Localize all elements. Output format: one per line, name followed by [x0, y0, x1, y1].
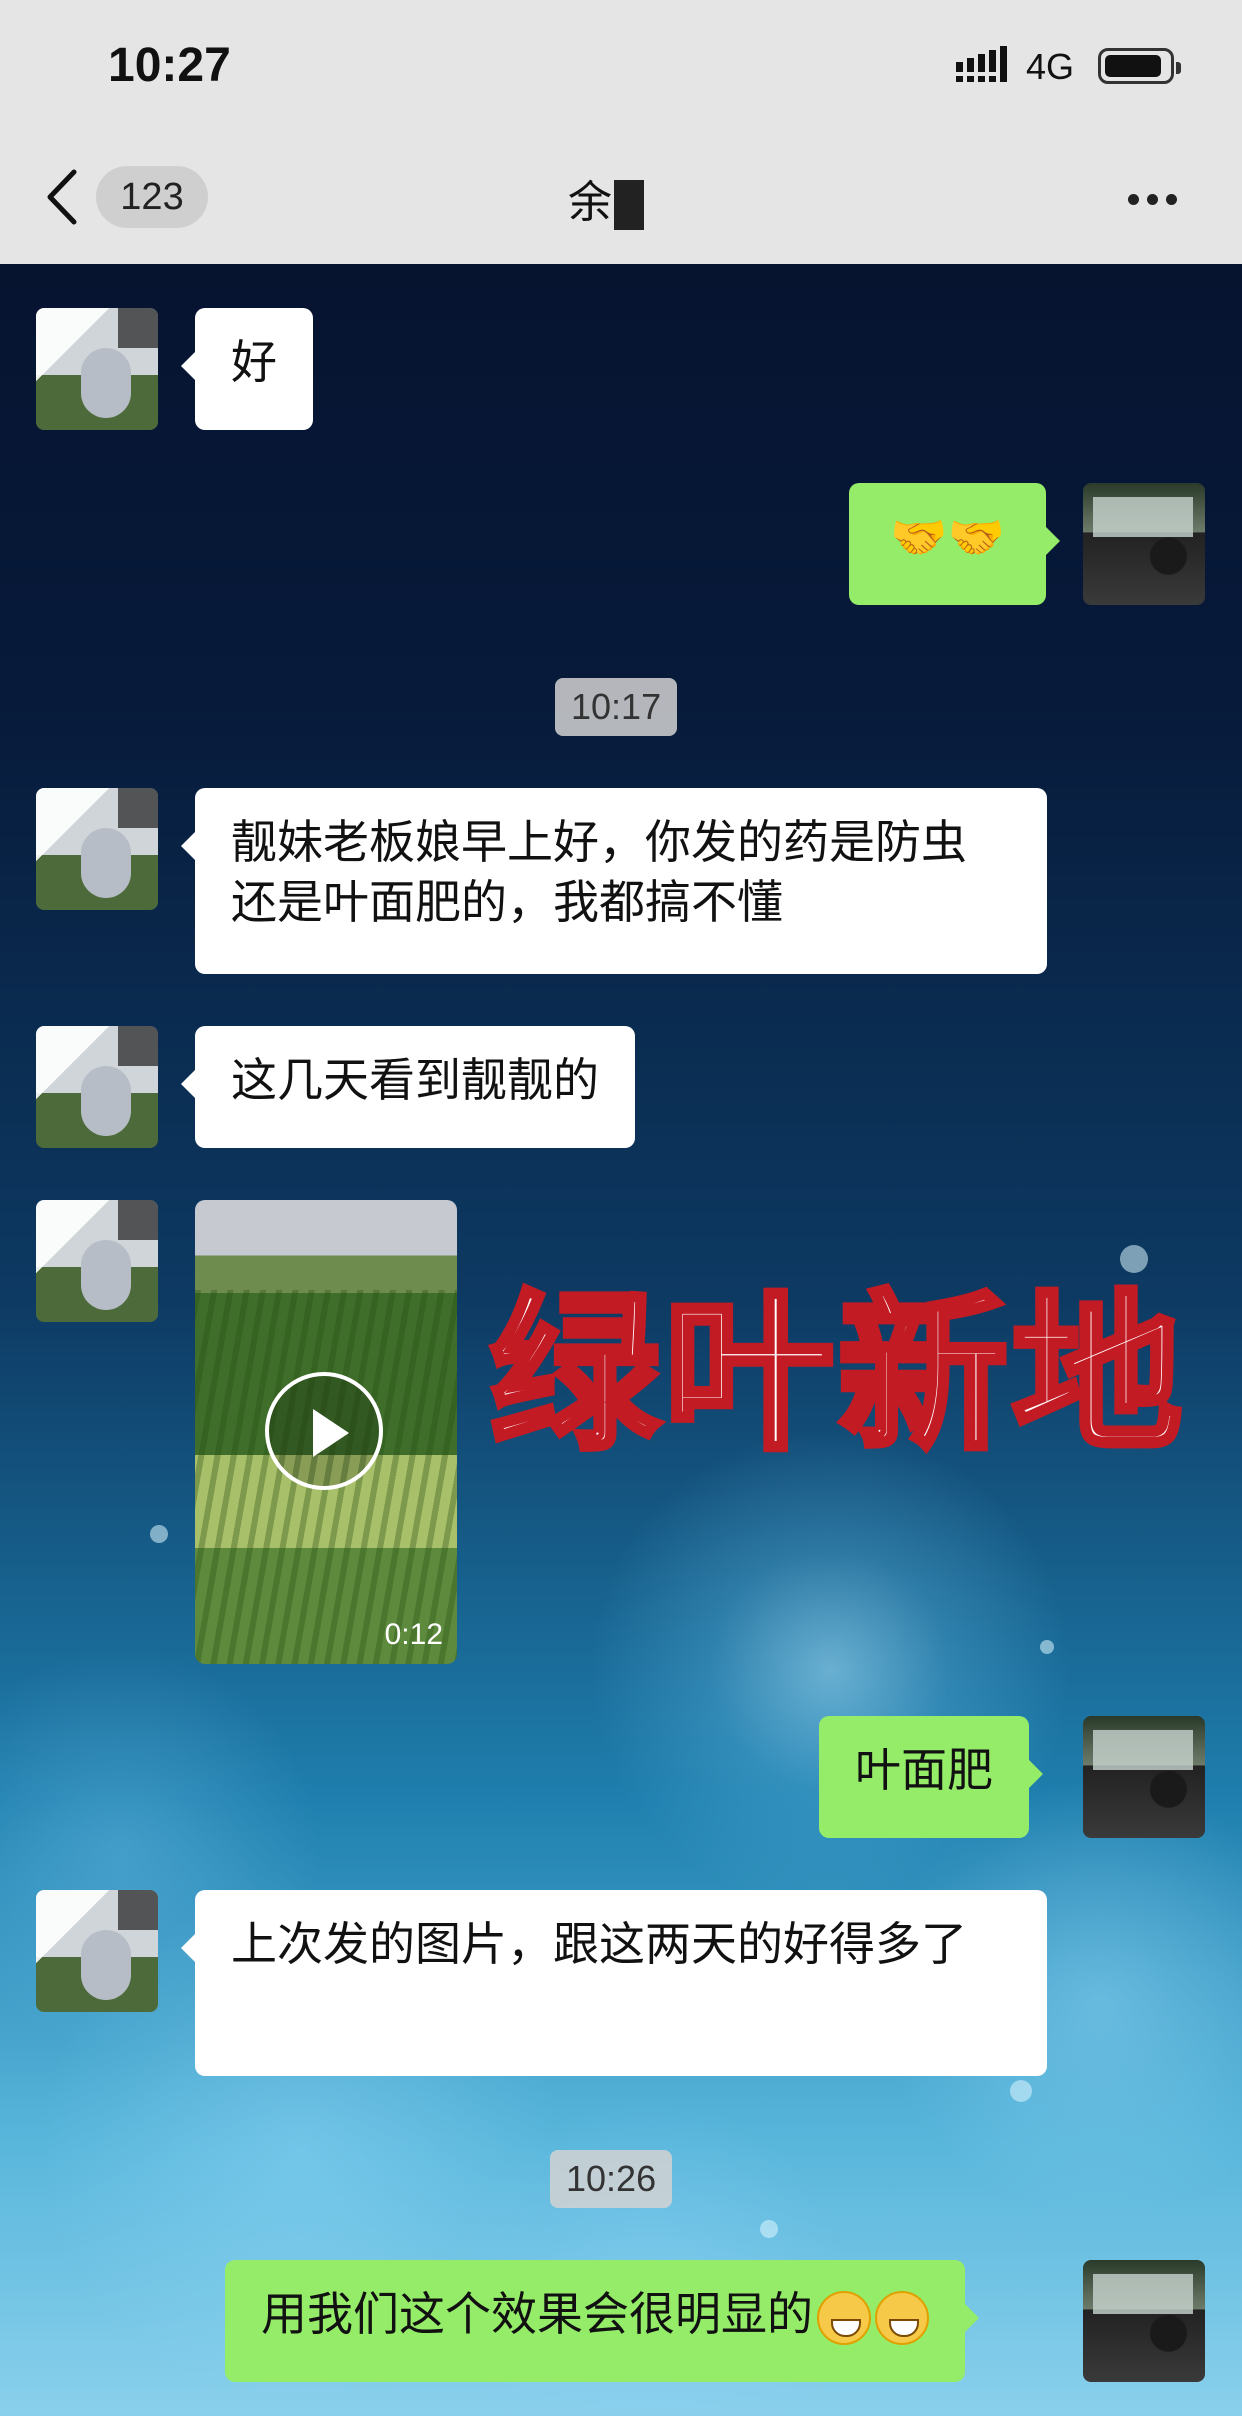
bokeh-dot — [760, 2220, 778, 2238]
bokeh-dot — [1040, 1640, 1054, 1654]
received-message[interactable]: 上次发的图片，跟这两天的好得多了 — [181, 1890, 1047, 2076]
chat-header: 123 余 — [0, 130, 1242, 264]
grin-emoji-icon — [875, 2290, 929, 2345]
contact-avatar[interactable] — [36, 788, 158, 910]
video-message[interactable]: 0:12 — [195, 1200, 457, 1664]
sent-message[interactable]: 🤝🤝 — [849, 483, 1060, 605]
my-avatar[interactable] — [1083, 483, 1205, 605]
unread-count-badge[interactable]: 123 — [96, 166, 208, 228]
bokeh-dot — [1010, 2080, 1032, 2102]
timestamp: 10:17 — [555, 678, 678, 736]
received-message[interactable]: 这几天看到靓靓的 — [181, 1026, 635, 1148]
back-arrow-icon[interactable] — [44, 168, 84, 226]
video-duration: 0:12 — [384, 1618, 443, 1651]
contact-avatar[interactable] — [36, 308, 158, 430]
play-icon[interactable] — [265, 1372, 383, 1490]
watermark-text: 绿叶新地 — [487, 1276, 1187, 1474]
signal-icon — [956, 46, 1007, 82]
contact-avatar[interactable] — [36, 1200, 158, 1322]
my-avatar[interactable] — [1083, 2260, 1205, 2382]
chat-title: 余 — [568, 166, 644, 230]
bokeh-dot — [1120, 1245, 1148, 1273]
more-options-icon[interactable] — [1128, 190, 1188, 205]
my-avatar[interactable] — [1083, 1716, 1205, 1838]
contact-avatar[interactable] — [36, 1890, 158, 2012]
network-type: 4G — [1026, 46, 1075, 87]
bokeh-dot — [150, 1525, 168, 1543]
sent-message-text: 用我们这个效果会很明显的 — [261, 2287, 813, 2341]
status-bar: 10:27 4G — [0, 0, 1242, 130]
received-message[interactable]: 靓妹老板娘早上好，你发的药是防虫还是叶面肥的，我都搞不懂 — [181, 788, 1047, 974]
timestamp: 10:26 — [550, 2150, 673, 2208]
sent-message[interactable]: 用我们这个效果会很明显的 — [225, 2260, 979, 2382]
status-time: 10:27 — [108, 39, 231, 92]
sent-message[interactable]: 叶面肥 — [819, 1716, 1043, 1838]
grin-emoji-icon — [817, 2290, 871, 2345]
battery-icon — [1098, 48, 1181, 84]
received-message[interactable]: 好 — [181, 308, 313, 430]
contact-avatar[interactable] — [36, 1026, 158, 1148]
chat-title-text: 余 — [568, 177, 612, 228]
name-redaction — [614, 180, 644, 230]
